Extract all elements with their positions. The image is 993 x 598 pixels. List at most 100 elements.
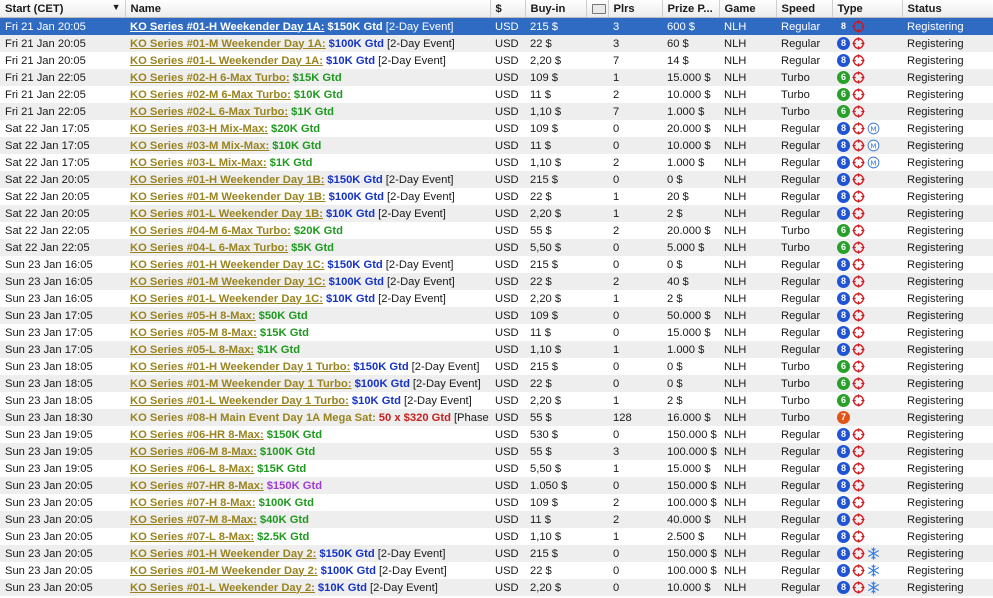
tournament-name-link[interactable]: KO Series #01-H Weekender Day 1A: xyxy=(130,21,324,33)
buyin-cell: 11 $ xyxy=(525,137,586,154)
tournament-name-link[interactable]: KO Series #02-H 6-Max Turbo: xyxy=(130,72,290,84)
column-header-players[interactable]: Plrs xyxy=(608,0,663,18)
column-header-type[interactable]: Type xyxy=(832,0,903,18)
tournament-name-link[interactable]: KO Series #01-H Weekender Day 1 Turbo: xyxy=(130,361,350,373)
column-header-game[interactable]: Game xyxy=(719,0,777,18)
currency-cell: USD xyxy=(490,511,525,528)
tournament-name-link[interactable]: KO Series #01-H Weekender Day 2: xyxy=(130,548,316,560)
crosshair-icon xyxy=(852,326,865,339)
tournament-name-link[interactable]: KO Series #05-L 8-Max: xyxy=(130,344,254,356)
table-row[interactable]: Sun 23 Jan 19:05 KO Series #06-L 8-Max: $1… xyxy=(0,460,993,477)
tournament-name-link[interactable]: KO Series #05-M 8-Max: xyxy=(130,327,257,339)
tournament-name-link[interactable]: KO Series #06-L 8-Max: xyxy=(130,463,254,475)
tournament-name-link[interactable]: KO Series #07-H 8-Max: xyxy=(130,497,256,509)
tournament-name-link[interactable]: KO Series #01-H Weekender Day 1B: xyxy=(130,174,324,186)
table-row[interactable]: Sun 23 Jan 16:05 KO Series #01-H Weekende… xyxy=(0,256,993,273)
tournament-name-link[interactable]: KO Series #05-H 8-Max: xyxy=(130,310,256,322)
table-row[interactable]: Sun 23 Jan 19:05 KO Series #06-M 8-Max: $1… xyxy=(0,443,993,460)
tournament-name-link[interactable]: KO Series #03-M Mix-Max: xyxy=(130,140,269,152)
column-header-status[interactable]: Status xyxy=(902,0,993,18)
tournament-name-link[interactable]: KO Series #08-H Main Event Day 1A Mega S… xyxy=(130,412,376,424)
tournament-name-link[interactable]: KO Series #01-L Weekender Day 2: xyxy=(130,582,315,594)
column-header-name[interactable]: Name xyxy=(125,0,491,18)
table-row[interactable]: Sat 22 Jan 20:05 KO Series #01-H Weekende… xyxy=(0,171,993,188)
guarantee-text: $100K Gtd xyxy=(258,496,314,509)
tournament-name-link[interactable]: KO Series #04-L 6-Max Turbo: xyxy=(130,242,288,254)
tournament-name-link[interactable]: KO Series #01-L Weekender Day 1B: xyxy=(130,208,323,220)
game-cell: NLH xyxy=(719,137,776,154)
table-row[interactable]: Fri 21 Jan 22:05 KO Series #02-M 6-Max Tu… xyxy=(0,86,993,103)
tournament-name-link[interactable]: KO Series #06-M 8-Max: xyxy=(130,446,257,458)
table-row[interactable]: Sun 23 Jan 18:05 KO Series #01-H Weekende… xyxy=(0,358,993,375)
speed-cell: Regular xyxy=(776,477,832,494)
table-row[interactable]: Sun 23 Jan 20:05 KO Series #07-M 8-Max: $4… xyxy=(0,511,993,528)
tournament-name-link[interactable]: KO Series #02-L 6-Max Turbo: xyxy=(130,106,288,118)
table-row[interactable]: Sat 22 Jan 17:05 KO Series #03-M Mix-Max:… xyxy=(0,137,993,154)
caret-down-icon[interactable]: ▼ xyxy=(112,2,121,12)
table-row[interactable]: Sun 23 Jan 16:05 KO Series #01-L Weekende… xyxy=(0,290,993,307)
table-row[interactable]: Sat 22 Jan 17:05 KO Series #03-L Mix-Max:… xyxy=(0,154,993,171)
tournament-name-link[interactable]: KO Series #06-HR 8-Max: xyxy=(130,429,264,441)
currency-cell: USD xyxy=(490,579,525,596)
ticket-cell xyxy=(586,562,608,579)
tournament-name-link[interactable]: KO Series #02-M 6-Max Turbo: xyxy=(130,89,291,101)
table-row[interactable]: Fri 21 Jan 20:05 KO Series #01-M Weekende… xyxy=(0,35,993,52)
table-row[interactable]: Sat 22 Jan 20:05 KO Series #01-L Weekende… xyxy=(0,205,993,222)
table-row[interactable]: Sun 23 Jan 18:05 KO Series #01-L Weekende… xyxy=(0,392,993,409)
tournament-name-link[interactable]: KO Series #04-M 6-Max Turbo: xyxy=(130,225,291,237)
tournament-name-link[interactable]: KO Series #01-M Weekender Day 1B: xyxy=(130,191,326,203)
crosshair-icon xyxy=(852,564,865,577)
currency-cell: USD xyxy=(490,324,525,341)
tournament-name-link[interactable]: KO Series #01-M Weekender Day 2: xyxy=(130,565,318,577)
tournament-name-link[interactable]: KO Series #01-M Weekender Day 1C: xyxy=(130,276,326,288)
column-header-start[interactable]: Start (CET) ▼ xyxy=(0,0,126,18)
guarantee-text: $10K Gtd xyxy=(351,394,401,407)
column-header-prize[interactable]: Prize P... xyxy=(662,0,720,18)
table-row[interactable]: Sun 23 Jan 17:05 KO Series #05-L 8-Max: $1… xyxy=(0,341,993,358)
column-header-speed[interactable]: Speed xyxy=(776,0,833,18)
table-row[interactable]: Sun 23 Jan 20:05 KO Series #01-M Weekende… xyxy=(0,562,993,579)
table-row[interactable]: Sun 23 Jan 18:30 KO Series #08-H Main Eve… xyxy=(0,409,993,426)
column-header-start-label: Start (CET) xyxy=(5,2,64,15)
tournament-name-link[interactable]: KO Series #01-H Weekender Day 1C: xyxy=(130,259,324,271)
table-row[interactable]: Sun 23 Jan 16:05 KO Series #01-M Weekende… xyxy=(0,273,993,290)
table-row[interactable]: Sun 23 Jan 20:05 KO Series #07-H 8-Max: $1… xyxy=(0,494,993,511)
tournament-name-link[interactable]: KO Series #01-L Weekender Day 1A: xyxy=(130,55,323,67)
buyin-cell: 2,20 $ xyxy=(525,290,586,307)
tournament-name-link[interactable]: KO Series #03-H Mix-Max: xyxy=(130,123,268,135)
prize-pool-cell: 50.000 $ xyxy=(662,307,719,324)
table-row[interactable]: Sun 23 Jan 20:05 KO Series #07-L 8-Max: $2… xyxy=(0,528,993,545)
table-row[interactable]: Sat 22 Jan 17:05 KO Series #03-H Mix-Max:… xyxy=(0,120,993,137)
tournament-name-link[interactable]: KO Series #01-M Weekender Day 1A: xyxy=(130,38,326,50)
tournament-name-link[interactable]: KO Series #01-L Weekender Day 1C: xyxy=(130,293,323,305)
table-row[interactable]: Fri 21 Jan 20:05 KO Series #01-L Weekende… xyxy=(0,52,993,69)
name-cell: KO Series #01-M Weekender Day 1 Turbo: $1… xyxy=(125,375,490,392)
tournament-name-link[interactable]: KO Series #01-M Weekender Day 1 Turbo: xyxy=(130,378,352,390)
table-row[interactable]: Sun 23 Jan 20:05 KO Series #01-L Weekende… xyxy=(0,579,993,596)
table-size-badge-icon: 6 xyxy=(837,105,850,118)
prize-pool-cell: 10.000 $ xyxy=(662,137,719,154)
column-header-ticket[interactable] xyxy=(586,0,609,18)
table-row[interactable]: Sun 23 Jan 20:05 KO Series #07-HR 8-Max: $… xyxy=(0,477,993,494)
tournament-name-link[interactable]: KO Series #03-L Mix-Max: xyxy=(130,157,267,169)
table-row[interactable]: Sun 23 Jan 20:05 KO Series #01-H Weekende… xyxy=(0,545,993,562)
column-header-buyin[interactable]: Buy-in xyxy=(525,0,587,18)
crosshair-icon xyxy=(852,105,865,118)
table-row[interactable]: Sun 23 Jan 17:05 KO Series #05-H 8-Max: $5… xyxy=(0,307,993,324)
tournament-name-link[interactable]: KO Series #07-L 8-Max: xyxy=(130,531,254,543)
table-row[interactable]: Sat 22 Jan 20:05 KO Series #01-M Weekende… xyxy=(0,188,993,205)
table-row[interactable]: Fri 21 Jan 22:05 KO Series #02-H 6-Max Tu… xyxy=(0,69,993,86)
table-row[interactable]: Sat 22 Jan 22:05 KO Series #04-M 6-Max Tu… xyxy=(0,222,993,239)
tournament-name-link[interactable]: KO Series #01-L Weekender Day 1 Turbo: xyxy=(130,395,349,407)
start-cell: Sun 23 Jan 17:05 xyxy=(0,341,125,358)
table-row[interactable]: Sun 23 Jan 17:05 KO Series #05-M 8-Max: $1… xyxy=(0,324,993,341)
table-row[interactable]: Sun 23 Jan 19:05 KO Series #06-HR 8-Max: $… xyxy=(0,426,993,443)
table-row[interactable]: Sat 22 Jan 22:05 KO Series #04-L 6-Max Tu… xyxy=(0,239,993,256)
table-row[interactable]: Fri 21 Jan 22:05 KO Series #02-L 6-Max Tu… xyxy=(0,103,993,120)
tournament-name-link[interactable]: KO Series #07-HR 8-Max: xyxy=(130,480,264,492)
prize-pool-cell: 40 $ xyxy=(662,273,719,290)
table-row[interactable]: Sun 23 Jan 18:05 KO Series #01-M Weekende… xyxy=(0,375,993,392)
table-row[interactable]: Fri 21 Jan 20:05 KO Series #01-H Weekende… xyxy=(0,17,993,35)
column-header-currency[interactable]: $ xyxy=(490,0,526,18)
tournament-name-link[interactable]: KO Series #07-M 8-Max: xyxy=(130,514,257,526)
